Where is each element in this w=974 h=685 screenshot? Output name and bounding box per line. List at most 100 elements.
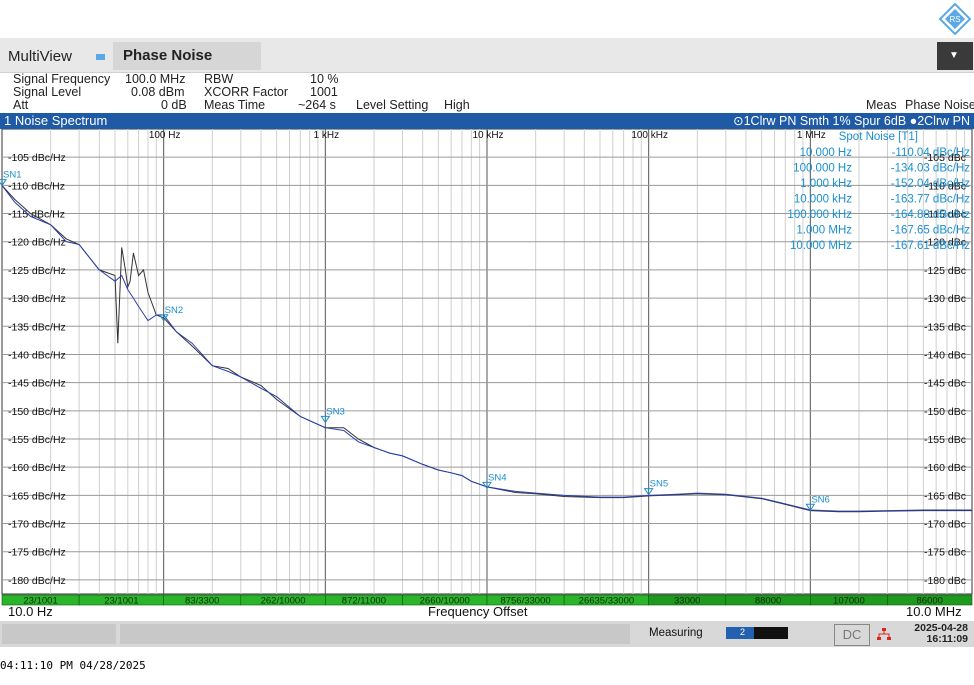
measurement-parameters: Signal Frequency 100.0 MHz Signal Level … [0,72,974,112]
y-tick-label-left: -120 dBc/Hz [8,237,66,249]
x-end-label: 10.0 MHz [906,604,962,619]
level-setting-label: Level Setting [356,98,429,112]
y-tick-label-left: -110 dBc/Hz [8,180,65,192]
y-tick-label-left: -135 dBc/Hz [8,321,66,333]
y-tick-label-right: -160 dBc [924,462,966,474]
xcorr-segment-label: 107000 [833,596,865,607]
spot-noise-value: -167.65 dBc/Hz [891,225,971,237]
spot-noise-marker-label: SN3 [326,406,344,417]
measurement-progress: 2 [726,627,788,639]
x-axis-label: Frequency Offset [428,604,528,619]
xcorr-segment-label: 872/11000 [342,596,386,607]
trace1-icon: ⊙ [733,114,744,128]
tab-multiview[interactable]: MultiView [8,48,72,65]
y-tick-label-right: -135 dBc [924,321,966,333]
status-segment-middle [120,624,630,644]
xcorr-segment-label: 23/1001 [104,596,138,607]
spot-noise-value: -134.03 dBc/Hz [891,163,971,175]
measuring-label: Measuring [649,627,703,639]
level-setting-value: High [444,98,470,112]
y-tick-label-left: -180 dBc/Hz [8,575,66,587]
spot-noise-frequency: 1.000 kHz [800,178,852,190]
spot-noise-marker-label: SN4 [488,472,506,483]
xcorr-segment-label: 26635/33000 [579,596,634,607]
y-tick-label-left: -140 dBc/Hz [8,349,66,361]
multiview-icon [96,54,105,60]
spot-noise-value: -152.04 dBc/Hz [891,178,971,190]
x-tick-label: 1 MHz [797,130,826,141]
spot-noise-frequency: 10.000 Hz [800,147,853,159]
y-tick-label-left: -125 dBc/Hz [8,265,66,277]
network-icon [877,628,891,640]
xcorr-label: XCORR Factor [204,85,289,99]
spot-noise-frequency: 100.000 kHz [787,209,852,221]
y-tick-label-right: -140 dBc [924,349,966,361]
y-tick-label-right: -145 dBc [924,378,966,390]
y-tick-label-right: -175 dBc [924,547,966,559]
y-tick-label-left: -170 dBc/Hz [8,519,66,531]
signal-level-label: Signal Level [13,85,82,99]
spot-noise-marker-label: SN5 [650,479,668,490]
rbw-label: RBW [204,72,234,86]
signal-frequency-value: 100.0 MHz [125,72,186,86]
spot-noise-marker-label: SN2 [165,305,183,316]
x-tick-label: 100 kHz [631,130,668,141]
att-label: Att [13,98,29,112]
y-tick-label-left: -130 dBc/Hz [8,293,66,305]
y-tick-label-left: -145 dBc/Hz [8,378,66,390]
y-tick-label-right: -130 dBc [924,293,966,305]
menu-triangle-icon: ▼ [949,50,959,61]
status-segment-left [2,624,116,644]
signal-level-value: 0.08 dBm [131,85,185,99]
y-tick-label-right: -165 dBc [924,490,966,502]
noise-spectrum-header[interactable]: 1 Noise Spectrum ⊙1Clrw PN Smth 1% Spur … [0,113,974,129]
menu-button[interactable]: ▼ [937,42,973,70]
svg-text:RS: RS [949,15,960,24]
y-tick-label-left: -155 dBc/Hz [8,434,66,446]
y-tick-label-left: -165 dBc/Hz [8,490,66,502]
x-tick-label: 100 Hz [149,130,181,141]
meas-time-value: ~264 s [298,98,336,112]
status-time: 16:11:09 [926,633,968,645]
spot-noise-value: -163.77 dBc/Hz [891,194,971,206]
tab-bar: MultiView Phase Noise ▼ [0,38,974,73]
meas-time-label: Meas Time [204,98,266,112]
signal-frequency-label: Signal Frequency [13,72,111,86]
meas-value: Phase Noise [905,98,974,112]
y-tick-label-left: -175 dBc/Hz [8,547,66,559]
xcorr-segment-label: 33000 [674,596,700,607]
spot-noise-value: -167.61 dBc/Hz [891,240,971,252]
trace2-label: 2Clrw PN [917,114,970,128]
y-tick-label-left: -160 dBc/Hz [8,462,66,474]
y-tick-label-left: -150 dBc/Hz [8,406,66,418]
spot-noise-frequency: 10.000 kHz [794,194,852,206]
x-start-label: 10.0 Hz [8,604,53,619]
y-tick-label-right: -150 dBc [924,406,966,418]
capture-timestamp: 04:11:10 PM 04/28/2025 [0,659,146,672]
status-bar: Measuring 2 DC 2025-04-28 16:11:09 [0,621,974,647]
noise-spectrum-chart[interactable]: 100 Hz 1 kHz 10 kHz 100 kHz 1 MHz -105 dBc/Hz… [0,129,974,606]
y-tick-label-right: -170 dBc [924,519,966,531]
top-bar: RS [0,0,974,38]
xcorr-segment-label: 262/10000 [261,596,306,607]
trace-info: ⊙1Clrw PN Smth 1% Spur 6dB ●2Clrw PN [733,113,970,128]
x-tick-label: 1 kHz [314,130,340,141]
date-time: 2025-04-28 16:11:09 [898,623,968,645]
dc-coupling-indicator[interactable]: DC [834,624,870,646]
rbw-value: 10 % [310,72,339,86]
rohde-schwarz-logo-icon: RS [939,3,971,35]
spot-noise-frequency: 100.000 Hz [793,163,852,175]
spot-noise-frequency: 10.000 MHz [790,240,852,252]
y-tick-label-right: -125 dBc [924,265,966,277]
att-value: 0 dB [161,98,187,112]
spot-noise-marker-label: SN6 [811,494,829,505]
x-tick-label: 10 kHz [472,130,503,141]
spot-noise-title: Spot Noise [T1] [839,131,918,143]
xcorr-segment-label: 88000 [755,596,781,607]
y-tick-label-left: -105 dBc/Hz [8,152,66,164]
y-tick-label-right: -155 dBc [924,434,966,446]
spot-noise-value: -164.88 dBc/Hz [891,209,971,221]
xcorr-value: 1001 [310,85,338,99]
tab-phase-noise[interactable]: Phase Noise [113,42,261,70]
spot-noise-frequency: 1.000 MHz [796,225,852,237]
